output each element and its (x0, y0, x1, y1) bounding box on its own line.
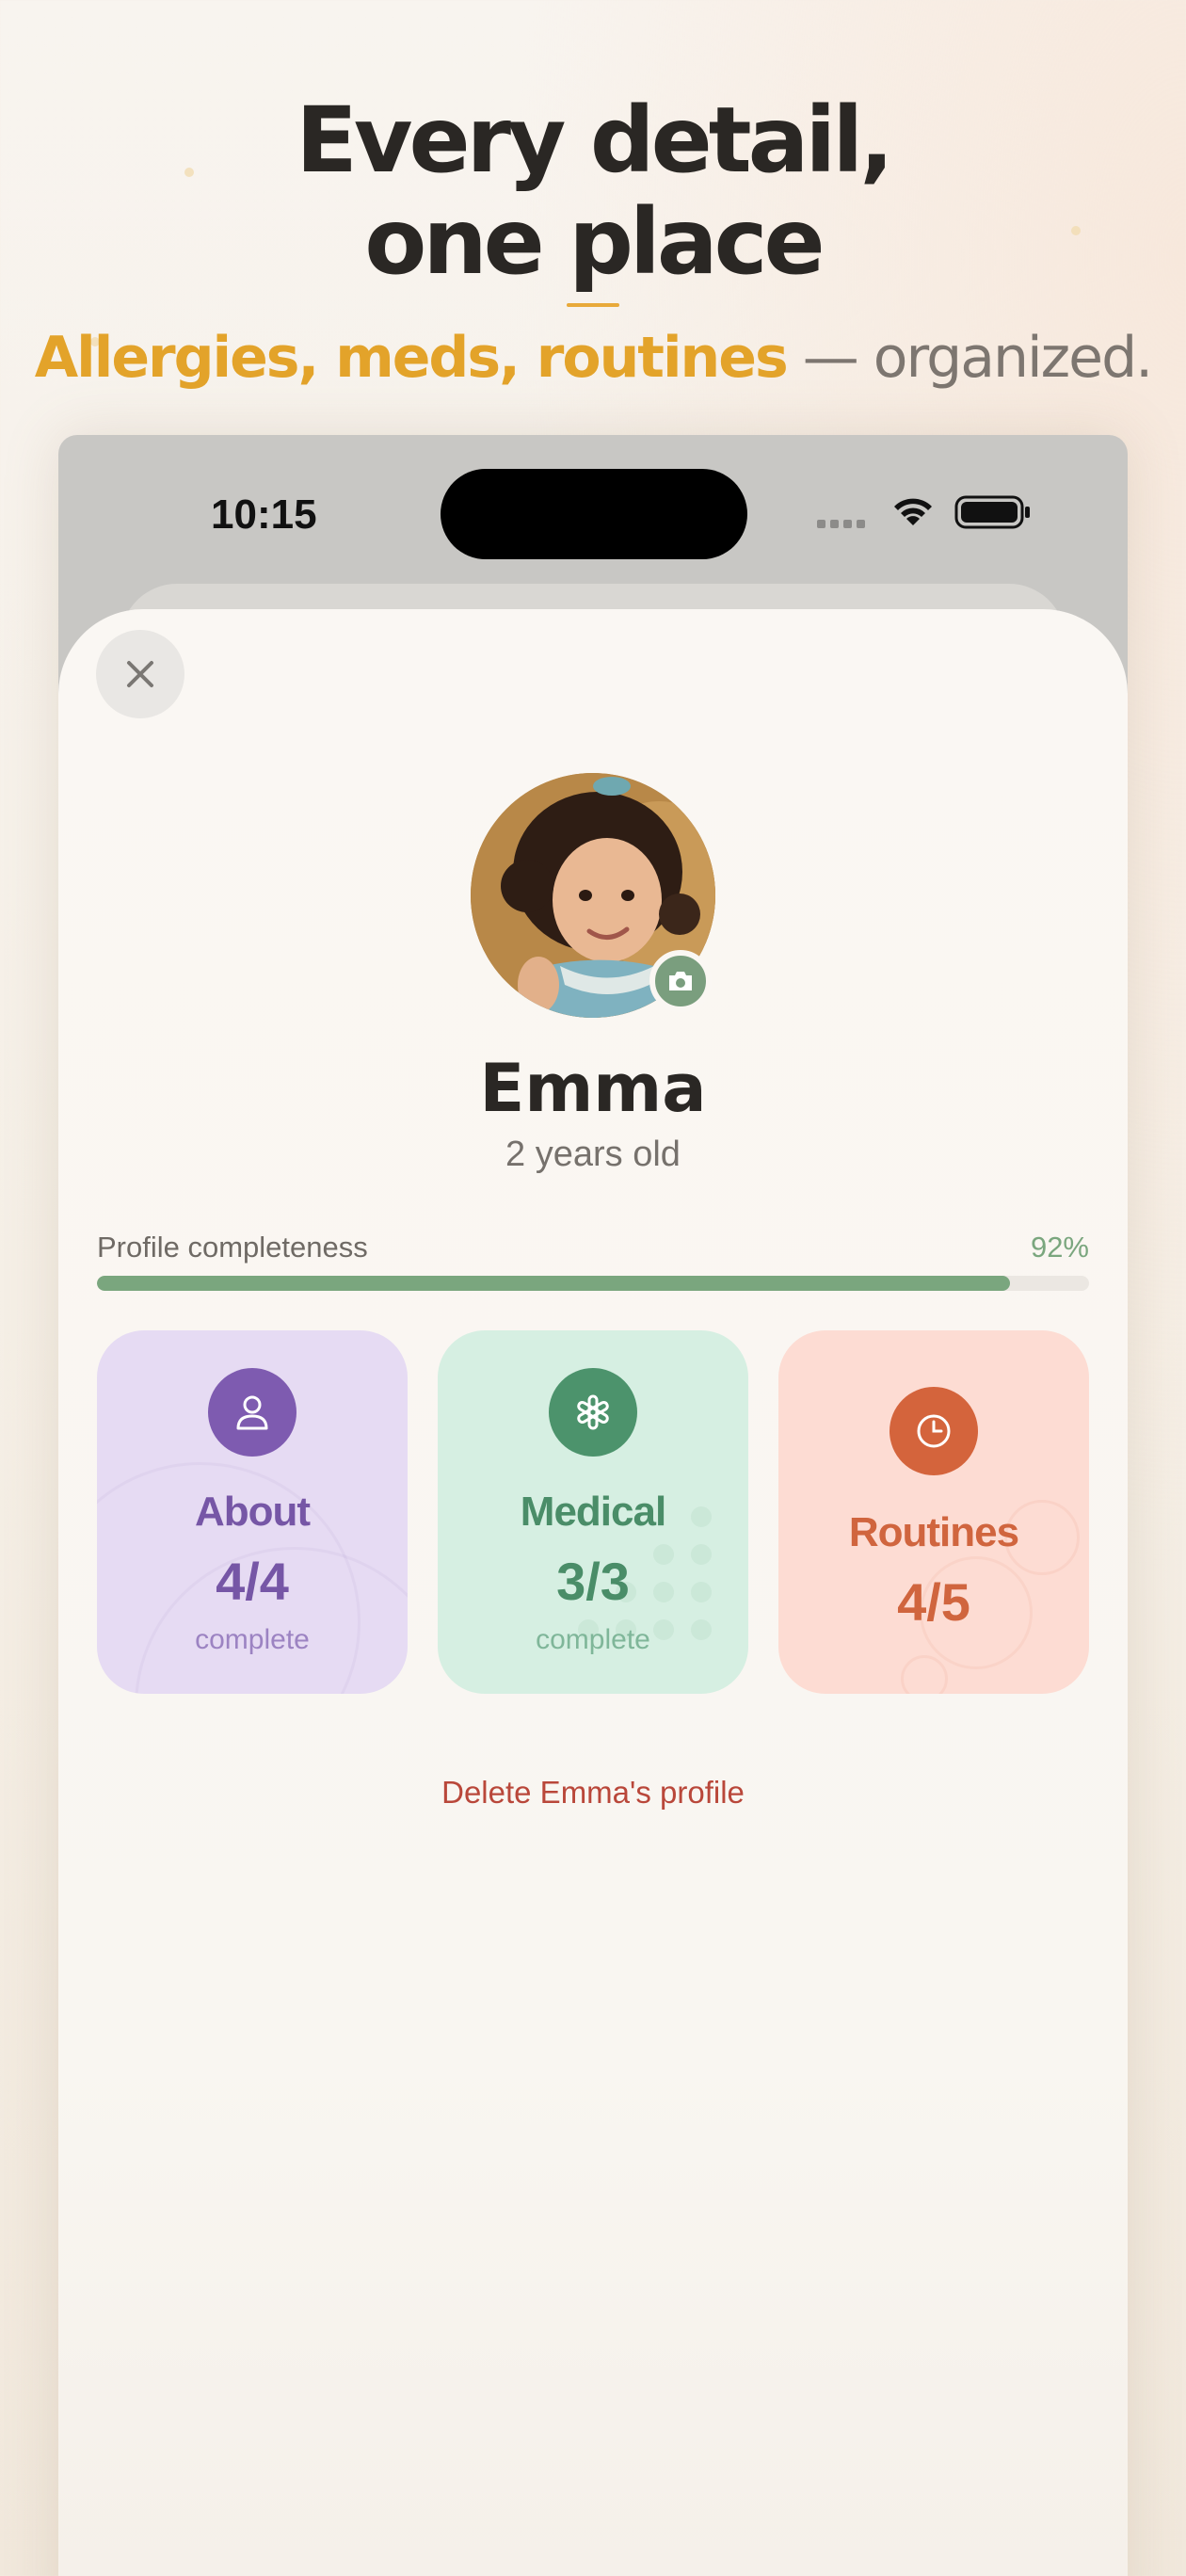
camera-icon (669, 972, 692, 990)
close-icon (127, 661, 153, 687)
routines-card-count: 4/5 (897, 1572, 970, 1632)
medical-card-title: Medical (520, 1489, 666, 1535)
completeness-label: Profile completeness (97, 1231, 368, 1264)
headline: Every detail, one place (0, 89, 1186, 293)
routines-card-title: Routines (848, 1509, 1019, 1555)
completeness-progress-bar (97, 1276, 1089, 1291)
phone-frame: 10:15 Emma 2 years old Profile completen… (58, 435, 1128, 2576)
battery-icon (954, 495, 1030, 529)
about-card[interactable]: About 4/4 complete (97, 1330, 408, 1694)
close-button[interactable] (96, 630, 184, 718)
section-cards: About 4/4 complete Medical 3/3 complete … (97, 1330, 1089, 1694)
headline-line-2: one place (364, 189, 825, 295)
subline-rest: — organized. (786, 325, 1154, 391)
delete-profile-button[interactable]: Delete Emma's profile (58, 1775, 1128, 1811)
completeness-percent: 92% (1030, 1231, 1089, 1264)
dynamic-island (441, 469, 747, 559)
about-card-title: About (194, 1489, 311, 1535)
completeness-progress-fill (97, 1276, 1010, 1291)
person-icon (208, 1368, 296, 1457)
subline: Allergies, meds, routines — organized. (0, 325, 1186, 391)
medical-card-status: complete (536, 1624, 650, 1655)
medical-asterisk-icon (549, 1368, 637, 1457)
child-name: Emma (479, 1050, 707, 1127)
medical-card-count: 3/3 (556, 1552, 630, 1611)
cellular-signal-icon (817, 520, 865, 528)
about-card-count: 4/4 (216, 1552, 289, 1611)
change-photo-button[interactable] (649, 950, 712, 1012)
medical-card[interactable]: Medical 3/3 complete (438, 1330, 748, 1694)
routines-card[interactable]: Routines 4/5 (778, 1330, 1089, 1694)
child-age: 2 years old (505, 1135, 681, 1174)
wifi-icon (894, 498, 932, 525)
headline-line-1: Every detail, (296, 88, 893, 193)
status-time: 10:15 (211, 491, 317, 538)
clock-icon (890, 1387, 978, 1475)
profile-sheet: Emma 2 years old Profile completeness 92… (58, 609, 1128, 2576)
about-card-status: complete (195, 1624, 310, 1655)
subline-accent: Allergies, meds, routines (34, 325, 789, 391)
headline-underline (567, 303, 619, 307)
